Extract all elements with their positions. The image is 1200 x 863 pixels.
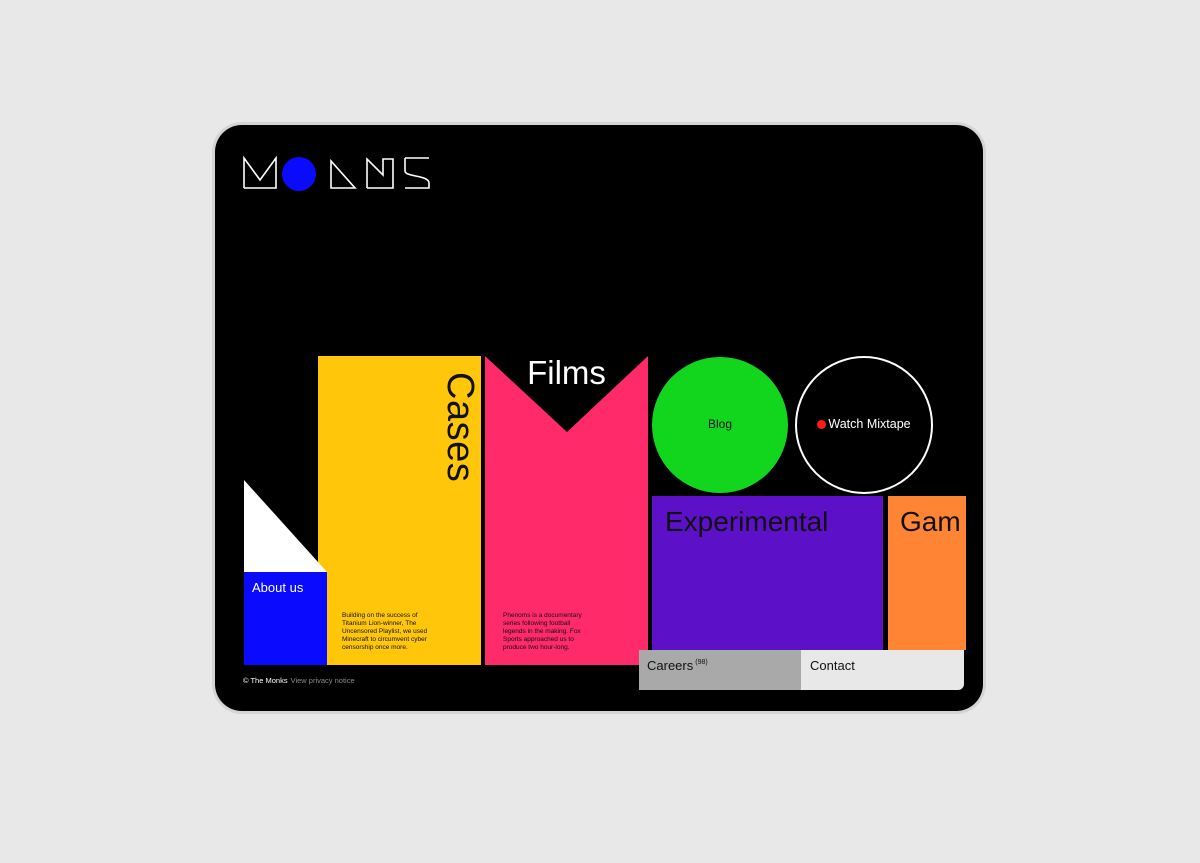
contact-button[interactable]: Contact bbox=[801, 650, 964, 690]
films-tile[interactable]: Films Phenoms is a documentary series fo… bbox=[485, 356, 648, 665]
about-us-label: About us bbox=[252, 580, 304, 595]
about-us-tile[interactable]: About us bbox=[244, 480, 327, 665]
contact-label: Contact bbox=[810, 658, 855, 673]
careers-label: Careers bbox=[647, 658, 694, 673]
experimental-tile[interactable]: Experimental bbox=[652, 496, 883, 650]
blog-label: Blog bbox=[707, 417, 733, 431]
films-title: Films bbox=[527, 356, 606, 391]
experimental-title: Experimental bbox=[665, 506, 829, 537]
monks-logo[interactable] bbox=[243, 155, 433, 195]
careers-count: (98) bbox=[695, 659, 708, 666]
games-title: Gam bbox=[900, 506, 961, 537]
cases-description: Building on the success of Titanium Lion… bbox=[342, 612, 428, 651]
footer: © The Monks View privacy notice bbox=[243, 676, 355, 685]
privacy-notice-link[interactable]: View privacy notice bbox=[291, 676, 355, 685]
copyright-text: © The Monks bbox=[243, 676, 288, 685]
watch-mixtape-content: Watch Mixtape bbox=[797, 417, 931, 431]
website-screen: Cases Building on the success of Titaniu… bbox=[215, 125, 983, 711]
about-us-block: About us bbox=[244, 572, 327, 665]
games-tile[interactable]: Gam bbox=[888, 496, 966, 650]
record-dot-icon bbox=[817, 420, 827, 429]
blog-tile[interactable]: Blog bbox=[652, 357, 788, 493]
watch-mixtape-button[interactable]: Watch Mixtape bbox=[795, 356, 933, 494]
watch-mixtape-label: Watch Mixtape bbox=[828, 417, 911, 431]
cases-tile[interactable]: Cases Building on the success of Titaniu… bbox=[318, 356, 481, 665]
careers-label-wrap: Careers (98) bbox=[647, 658, 708, 673]
careers-button[interactable]: Careers (98) bbox=[639, 650, 801, 690]
cases-title: Cases bbox=[439, 372, 481, 483]
films-description: Phenoms is a documentary series followin… bbox=[503, 612, 582, 651]
about-triangle-shape bbox=[244, 480, 327, 572]
